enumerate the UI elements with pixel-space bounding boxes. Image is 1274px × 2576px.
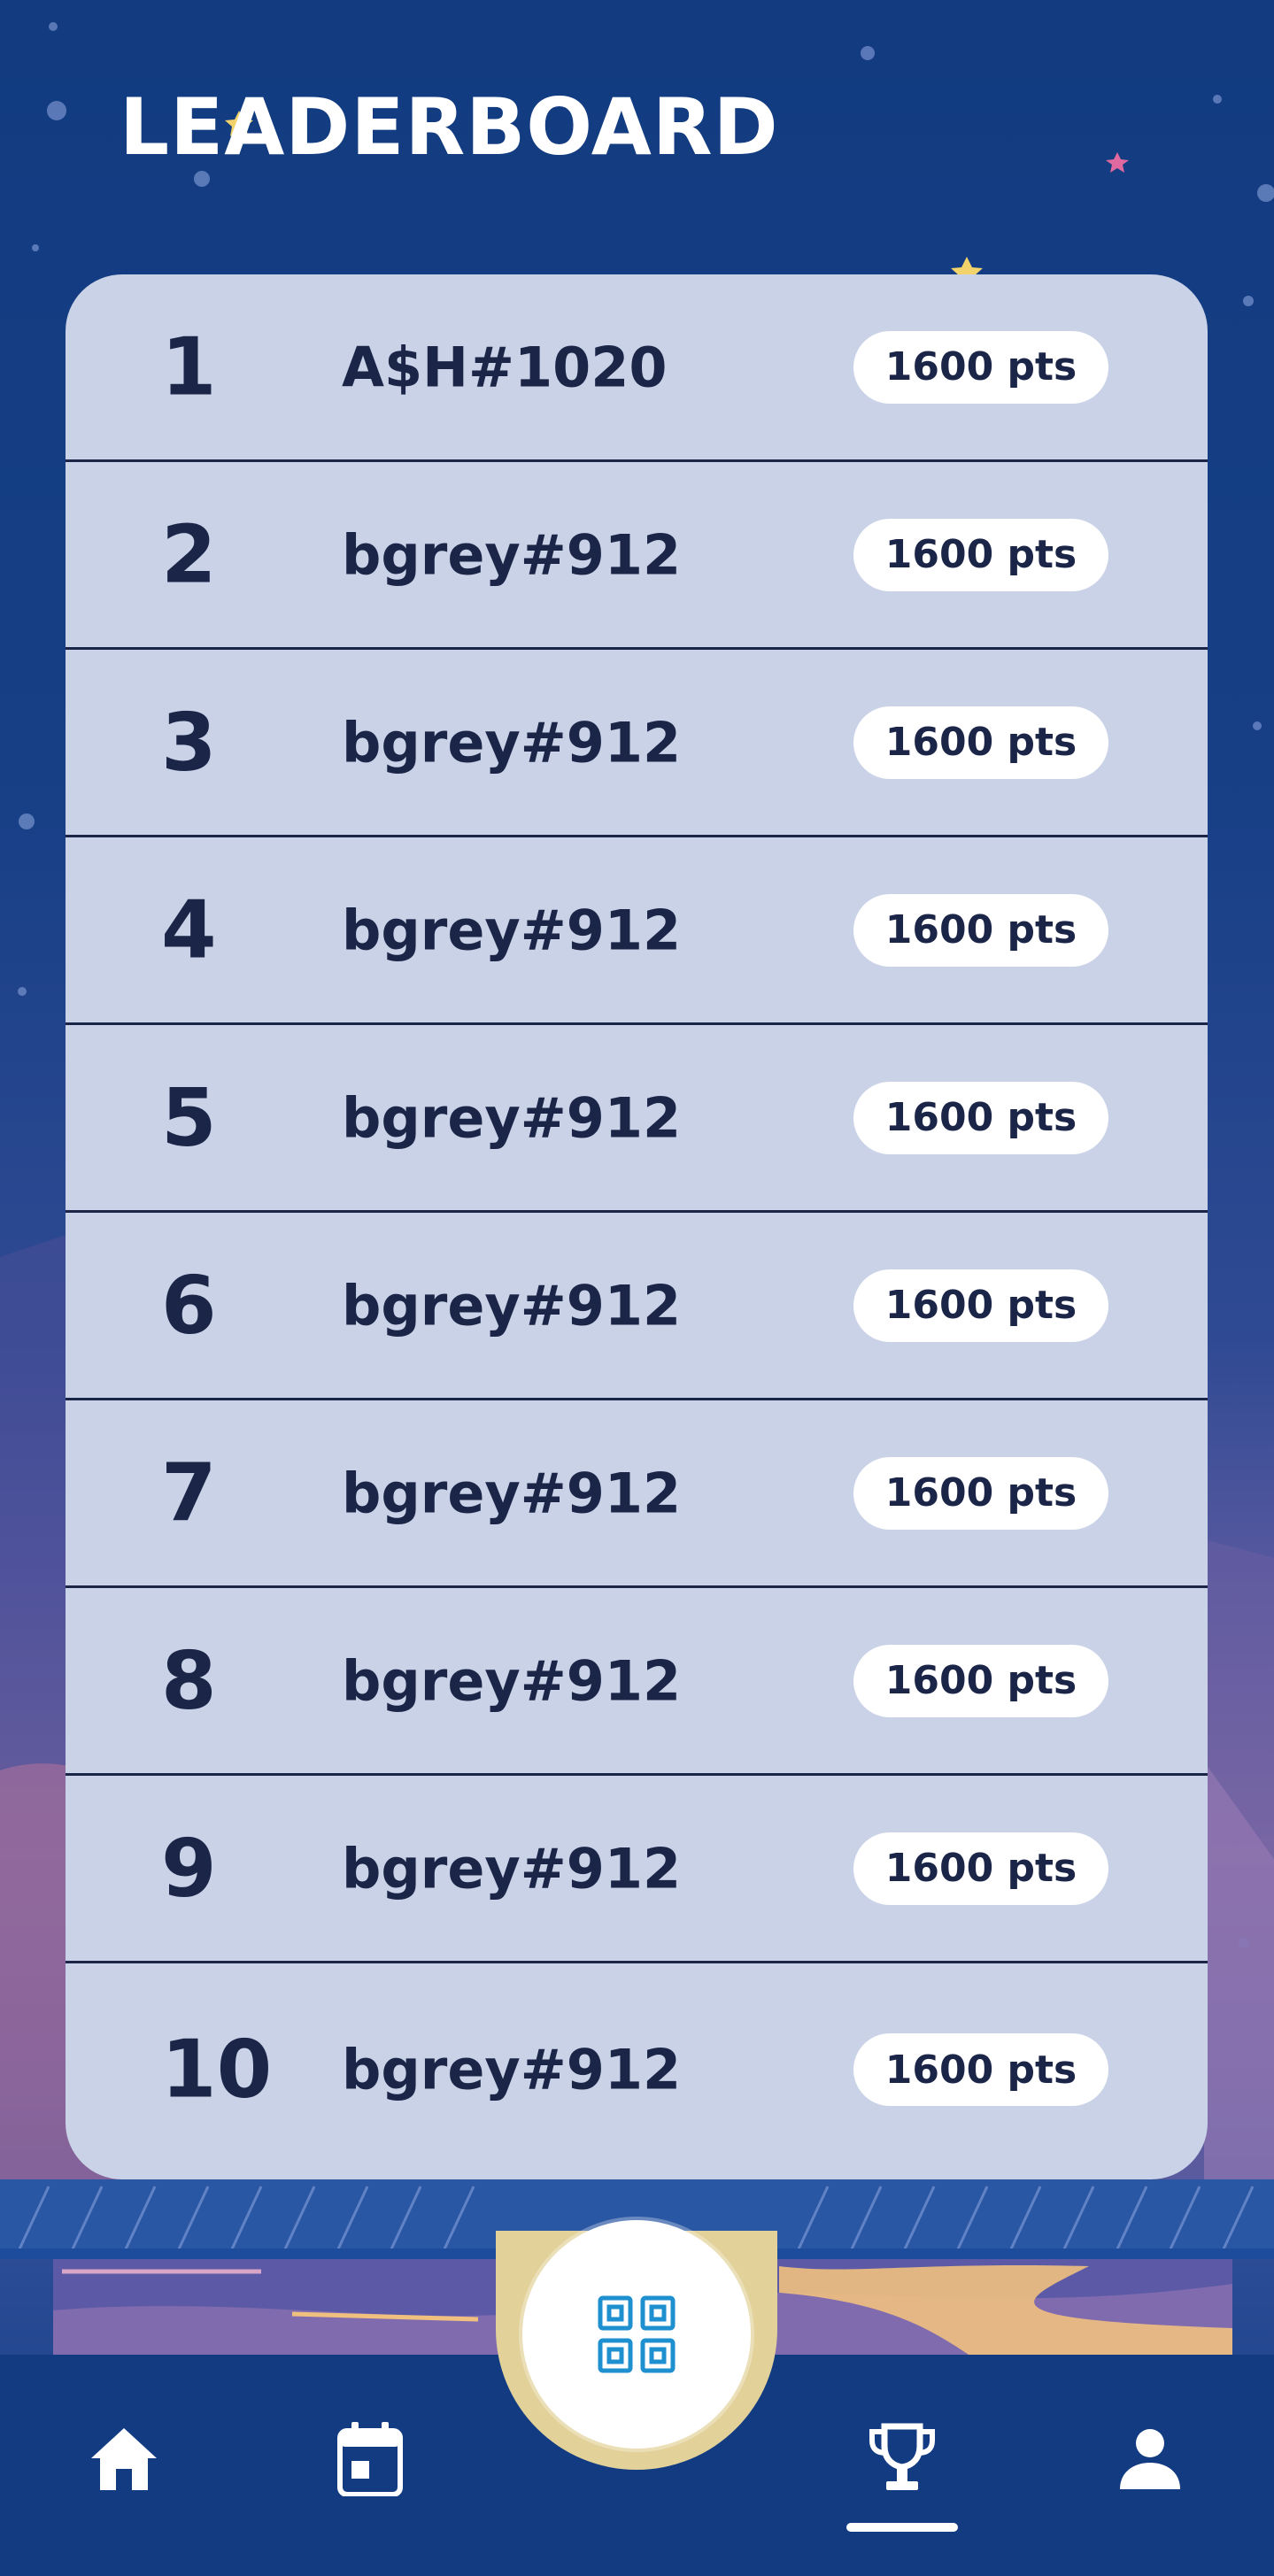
- player-name: bgrey#912: [342, 898, 682, 962]
- rank-number: 4: [161, 883, 217, 976]
- leaderboard-row[interactable]: 1 A$H#1020 1600 pts: [66, 274, 1208, 462]
- player-name: bgrey#912: [342, 1461, 682, 1525]
- leaderboard-list: 1 A$H#1020 1600 pts 2 bgrey#912 1600 pts…: [66, 274, 1208, 2179]
- nav-calendar[interactable]: [326, 2415, 414, 2503]
- nav-leaderboard[interactable]: [858, 2415, 946, 2503]
- player-name: bgrey#912: [342, 2037, 682, 2102]
- points-badge: 1600 pts: [853, 518, 1108, 591]
- points-badge: 1600 pts: [853, 1644, 1108, 1717]
- player-name: bgrey#912: [342, 1648, 682, 1713]
- profile-icon: [1120, 2429, 1180, 2489]
- points-badge: 1600 pts: [853, 330, 1108, 404]
- nav-profile[interactable]: [1106, 2415, 1194, 2503]
- leaderboard-row[interactable]: 7 bgrey#912 1600 pts: [66, 1400, 1208, 1588]
- player-name: A$H#1020: [342, 335, 668, 399]
- rank-number: 3: [161, 696, 217, 789]
- player-name: bgrey#912: [342, 1085, 682, 1150]
- leaderboard-row[interactable]: 8 bgrey#912 1600 pts: [66, 1588, 1208, 1776]
- points-badge: 1600 pts: [853, 1081, 1108, 1154]
- leaderboard-row[interactable]: 2 bgrey#912 1600 pts: [66, 462, 1208, 650]
- leaderboard-row[interactable]: 3 bgrey#912 1600 pts: [66, 650, 1208, 837]
- leaderboard-screen: LEADERBOARD 1 A$H#1020 1600 pts 2 bgrey#…: [0, 0, 1274, 2576]
- rank-number: 5: [161, 1071, 217, 1164]
- leaderboard-row[interactable]: 9 bgrey#912 1600 pts: [66, 1776, 1208, 1963]
- active-tab-indicator: [846, 2523, 958, 2532]
- rank-number: 9: [161, 1822, 217, 1915]
- qr-code-icon: [598, 2295, 676, 2373]
- page-title: LEADERBOARD: [120, 81, 779, 173]
- points-badge: 1600 pts: [853, 1456, 1108, 1530]
- player-name: bgrey#912: [342, 1836, 682, 1901]
- scan-qr-button[interactable]: [522, 2220, 751, 2449]
- rank-number: 1: [161, 320, 217, 413]
- player-name: bgrey#912: [342, 1273, 682, 1338]
- rank-number: 8: [161, 1634, 217, 1727]
- points-badge: 1600 pts: [853, 2033, 1108, 2106]
- points-badge: 1600 pts: [853, 893, 1108, 967]
- rank-number: 7: [161, 1446, 217, 1539]
- rank-number: 6: [161, 1259, 217, 1352]
- nav-home[interactable]: [80, 2415, 168, 2503]
- points-badge: 1600 pts: [853, 1269, 1108, 1342]
- rank-number: 2: [161, 508, 217, 601]
- rank-number: 10: [161, 2023, 273, 2117]
- leaderboard-row[interactable]: 6 bgrey#912 1600 pts: [66, 1213, 1208, 1400]
- player-name: bgrey#912: [342, 522, 682, 587]
- leaderboard-row[interactable]: 4 bgrey#912 1600 pts: [66, 837, 1208, 1025]
- player-name: bgrey#912: [342, 710, 682, 775]
- calendar-icon: [337, 2422, 403, 2496]
- leaderboard-row[interactable]: 10 bgrey#912 1600 pts: [66, 1963, 1208, 2176]
- home-icon: [91, 2428, 157, 2490]
- trophy-icon: [869, 2423, 935, 2490]
- leaderboard-row[interactable]: 5 bgrey#912 1600 pts: [66, 1025, 1208, 1213]
- points-badge: 1600 pts: [853, 1832, 1108, 1905]
- points-badge: 1600 pts: [853, 706, 1108, 779]
